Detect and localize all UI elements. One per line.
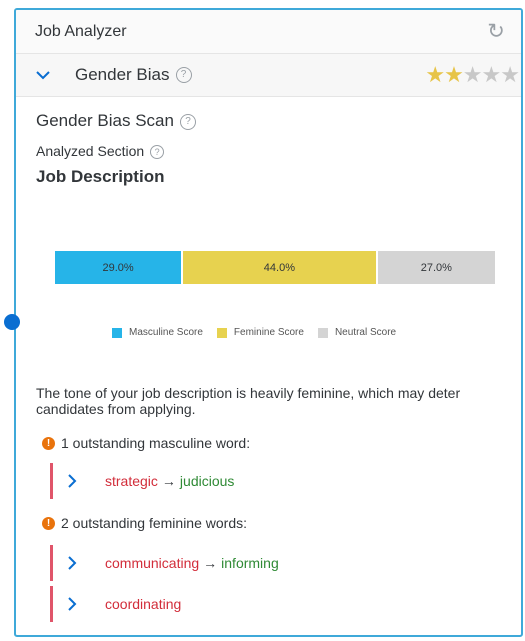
section-label: Gender Bias xyxy=(75,65,170,84)
chevron-right-icon[interactable] xyxy=(67,474,77,488)
analyzed-label-text: Analyzed Section xyxy=(36,143,145,159)
star-empty-icon: ★ xyxy=(481,62,502,87)
help-icon[interactable]: ? xyxy=(175,67,192,83)
help-icon[interactable]: ? xyxy=(150,145,165,160)
bar-segment-neutral-score: 27.0% xyxy=(377,251,495,284)
legend-item: Feminine Score xyxy=(216,327,304,338)
rating-stars: ★★★★★ xyxy=(425,62,520,87)
panel-title: Job Analyzer xyxy=(35,22,127,40)
flagged-word: strategic xyxy=(105,473,158,489)
word-row[interactable]: strategic → judicious xyxy=(50,463,483,499)
chevron-down-icon[interactable] xyxy=(35,67,51,83)
arrow-icon: → xyxy=(161,473,176,489)
tone-message: The tone of your job description is heav… xyxy=(36,385,461,417)
feminine-header-text: 2 outstanding feminine words: xyxy=(61,515,247,531)
legend-item: Neutral Score xyxy=(317,327,397,338)
gender-score-bar: 29.0% 44.0% 27.0% xyxy=(55,251,495,284)
legend-label: Feminine Score xyxy=(233,327,304,338)
bar-segment-feminine-score: 44.0% xyxy=(183,251,376,284)
legend-label: Neutral Score xyxy=(334,327,397,338)
word-row[interactable]: coordinating xyxy=(50,586,483,622)
star-filled-icon: ★ xyxy=(425,62,445,87)
panel-header: Job Analyzer ↻ xyxy=(16,10,521,54)
arrow-icon: → xyxy=(203,555,218,571)
refresh-icon[interactable]: ↻ xyxy=(485,20,507,43)
suggested-word: judicious xyxy=(179,473,235,489)
feminine-words-header: ! 2 outstanding feminine words: xyxy=(42,515,247,531)
flagged-word: communicating xyxy=(105,555,200,571)
resize-handle[interactable] xyxy=(4,314,20,330)
star-empty-icon: ★ xyxy=(462,62,483,87)
warning-icon: ! xyxy=(42,516,55,530)
scan-content: Gender Bias Scan? Analyzed Section? Job … xyxy=(16,111,521,187)
chevron-right-icon[interactable] xyxy=(67,597,77,611)
legend-label: Masculine Score xyxy=(129,327,203,338)
masculine-words-header: ! 1 outstanding masculine word: xyxy=(42,435,250,451)
legend-swatch xyxy=(112,327,122,338)
scan-title: Gender Bias Scan? xyxy=(36,111,521,131)
legend-swatch xyxy=(317,327,328,338)
chevron-right-icon[interactable] xyxy=(67,556,77,570)
job-analyzer-panel: Job Analyzer ↻ Gender Bias ? ★★★★★ Gende… xyxy=(14,8,523,637)
bar-segment-masculine-score: 29.0% xyxy=(55,251,182,284)
word-row[interactable]: communicating → informing xyxy=(50,545,483,581)
warning-icon: ! xyxy=(42,436,55,450)
star-empty-icon: ★ xyxy=(500,62,520,87)
flagged-word: coordinating xyxy=(105,596,182,612)
scan-title-text: Gender Bias Scan xyxy=(36,111,174,130)
suggested-word: informing xyxy=(221,555,279,571)
analyzed-section-value: Job Description xyxy=(36,167,165,187)
star-filled-icon: ★ xyxy=(444,62,464,87)
analyzed-section-label: Analyzed Section? xyxy=(36,143,521,160)
help-icon[interactable]: ? xyxy=(179,113,196,130)
legend-item: Masculine Score xyxy=(112,327,203,338)
masculine-header-text: 1 outstanding masculine word: xyxy=(61,435,251,451)
legend-swatch xyxy=(216,327,227,338)
chart-legend: Masculine Score Feminine Score Neutral Sco… xyxy=(112,327,410,338)
gender-bias-section-header[interactable]: Gender Bias ? ★★★★★ xyxy=(16,54,521,97)
